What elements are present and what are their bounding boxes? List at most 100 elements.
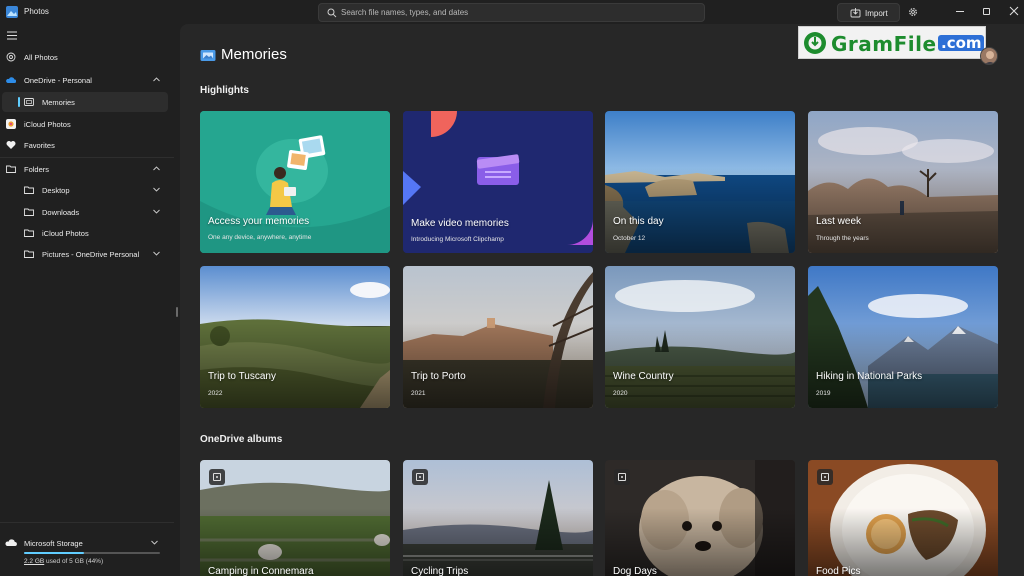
card-title: On this day <box>613 216 664 227</box>
selected-indicator <box>18 97 20 107</box>
watermark-brand: GramFile <box>831 32 937 56</box>
highlight-card-access-memories[interactable]: Access your memories One any device, any… <box>200 111 390 253</box>
album-card-food-pics[interactable]: Food Pics <box>808 460 998 576</box>
highlight-card-tuscany[interactable]: Trip to Tuscany 2022 <box>200 266 390 408</box>
chevron-down-icon[interactable] <box>153 187 160 192</box>
highlight-card-wine-country[interactable]: Wine Country 2020 <box>605 266 795 408</box>
onedrive-albums-heading: OneDrive albums <box>200 434 283 445</box>
search-box[interactable] <box>318 3 705 22</box>
folder-icon <box>24 229 34 237</box>
card-title: Camping in Connemara <box>208 566 314 576</box>
card-subtitle: 2022 <box>208 390 223 397</box>
import-icon <box>850 8 861 18</box>
folder-icon <box>24 208 34 216</box>
card-title: Wine Country <box>613 371 674 382</box>
card-title: Food Pics <box>816 566 861 576</box>
storage-progress-fill <box>24 552 84 554</box>
heart-icon <box>6 141 16 149</box>
album-icon <box>209 469 225 485</box>
access-memories-illustration <box>200 111 390 253</box>
watermark-domain-badge: .com <box>938 34 984 52</box>
onedrive-cloud-icon <box>6 77 16 83</box>
chevron-up-icon[interactable] <box>153 77 160 82</box>
card-gradient <box>200 322 390 408</box>
sidebar-item-pictures-onedrive[interactable]: Pictures - OneDrive Personal <box>2 244 168 264</box>
close-window-icon[interactable] <box>1009 6 1019 16</box>
sidebar: All Photos OneDrive - Personal Memories … <box>0 24 174 576</box>
sidebar-item-label: Memories <box>42 98 75 107</box>
watermark-domain: .com <box>941 34 982 52</box>
card-subtitle: 2019 <box>816 390 831 397</box>
sidebar-item-icloud-photos[interactable]: iCloud Photos <box>2 114 168 134</box>
card-subtitle: Through the years <box>816 235 869 242</box>
main-content: Memories Highlights Access your memories… <box>180 24 1024 576</box>
folder-icon <box>24 250 34 258</box>
page-title: Memories <box>221 46 287 63</box>
highlight-card-national-parks[interactable]: Hiking in National Parks 2019 <box>808 266 998 408</box>
cloud-icon <box>5 539 17 546</box>
storage-progress-bar <box>24 552 160 554</box>
sidebar-item-folders[interactable]: Folders <box>2 159 168 179</box>
sidebar-item-memories[interactable]: Memories <box>2 92 168 112</box>
sidebar-item-downloads[interactable]: Downloads <box>2 202 168 222</box>
search-input[interactable] <box>341 6 696 19</box>
sidebar-item-label: Folders <box>24 165 50 174</box>
chevron-down-icon[interactable] <box>151 540 158 545</box>
import-button-label: Import <box>865 9 888 18</box>
highlight-card-on-this-day[interactable]: On this day October 12 <box>605 111 795 253</box>
sidebar-item-all-photos[interactable]: All Photos <box>2 47 168 67</box>
sidebar-item-label: iCloud Photos <box>42 229 89 238</box>
storage-used-amount: 2.2 GB <box>24 558 45 565</box>
card-gradient <box>605 322 795 408</box>
photos-app-icon <box>6 6 18 18</box>
album-card-dog-days[interactable]: Dog Days <box>605 460 795 576</box>
storage-usage-rest: used of 5 GB (44%) <box>44 558 104 565</box>
album-icon <box>817 469 833 485</box>
card-subtitle: October 12 <box>613 235 646 242</box>
sidebar-item-onedrive-personal[interactable]: OneDrive - Personal <box>2 70 168 90</box>
minimize-button[interactable] <box>956 11 964 12</box>
memories-icon <box>200 50 216 61</box>
album-icon <box>614 469 630 485</box>
sidebar-item-desktop[interactable]: Desktop <box>2 180 168 200</box>
card-title: Hiking in National Parks <box>816 371 923 382</box>
highlight-card-porto[interactable]: Trip to Porto 2021 <box>403 266 593 408</box>
highlight-card-video-memories[interactable]: Make video memories Introducing Microsof… <box>403 111 593 253</box>
avatar[interactable] <box>980 47 998 65</box>
card-title: Access your memories <box>208 216 310 227</box>
import-button[interactable]: Import <box>837 3 900 22</box>
card-gradient <box>808 322 998 408</box>
album-card-camping-connemara[interactable]: Camping in Connemara <box>200 460 390 576</box>
sidebar-item-favorites[interactable]: Favorites <box>2 135 168 155</box>
sidebar-item-label: OneDrive - Personal <box>24 76 92 85</box>
sidebar-divider <box>0 157 174 158</box>
all-photos-icon <box>6 52 16 62</box>
gramfile-watermark: GramFile .com <box>798 26 986 59</box>
card-subtitle: Introducing Microsoft Clipchamp <box>411 236 504 243</box>
storage-usage-text: 2.2 GB used of 5 GB (44%) <box>24 558 103 565</box>
storage-panel[interactable]: Microsoft Storage 2.2 GB used of 5 GB (4… <box>0 522 174 576</box>
highlight-card-last-week[interactable]: Last week Through the years <box>808 111 998 253</box>
icloud-photos-icon <box>6 119 16 129</box>
highlights-heading: Highlights <box>200 85 249 96</box>
title-bar: Photos Import <box>0 0 1024 24</box>
hamburger-menu-icon[interactable] <box>7 31 17 40</box>
chevron-down-icon[interactable] <box>153 251 160 256</box>
sidebar-item-icloud-photos-folder[interactable]: iCloud Photos <box>2 223 168 243</box>
sidebar-resize-handle[interactable] <box>176 307 178 317</box>
sidebar-item-label: All Photos <box>24 53 58 62</box>
folder-icon <box>6 165 16 173</box>
storage-title: Microsoft Storage <box>24 539 83 548</box>
memories-icon <box>24 98 34 106</box>
maximize-button[interactable] <box>983 8 990 15</box>
sidebar-item-label: Desktop <box>42 186 70 195</box>
album-card-cycling-trips[interactable]: Cycling Trips <box>403 460 593 576</box>
clipchamp-illustration <box>403 111 593 253</box>
settings-gear-icon[interactable] <box>907 6 919 18</box>
search-icon <box>327 8 337 18</box>
album-icon <box>412 469 428 485</box>
chevron-down-icon[interactable] <box>153 209 160 214</box>
card-title: Trip to Porto <box>411 371 466 382</box>
chevron-up-icon[interactable] <box>153 166 160 171</box>
card-title: Cycling Trips <box>411 566 469 576</box>
